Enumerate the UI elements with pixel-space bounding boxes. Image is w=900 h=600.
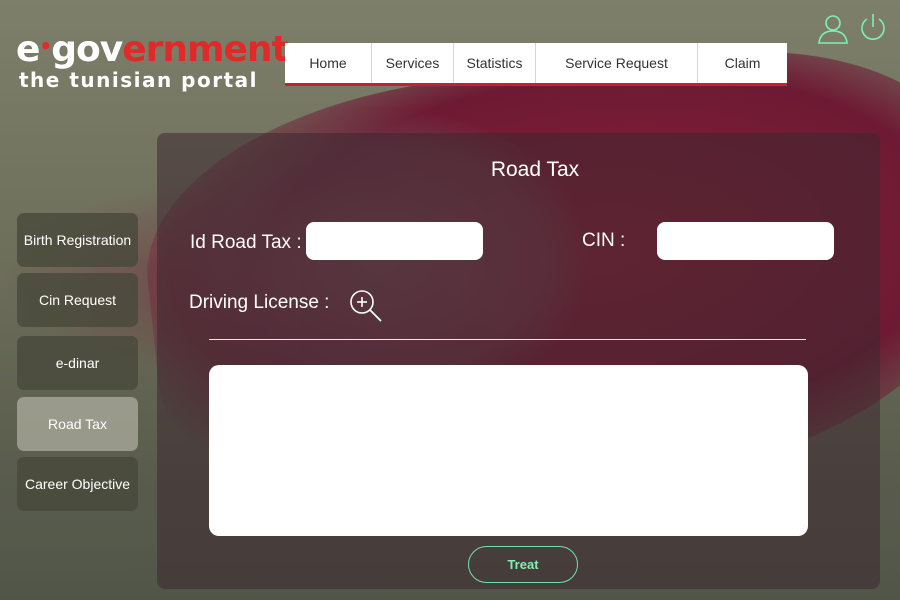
logo-wordmark: e•government (16, 26, 289, 70)
nav-services[interactable]: Services (372, 43, 454, 83)
cin-label: CIN : (582, 230, 626, 251)
power-icon[interactable] (857, 12, 889, 44)
nav-home[interactable]: Home (285, 43, 372, 83)
logo-e: e (16, 29, 40, 70)
site-logo[interactable]: e•government the tunisian portal (16, 26, 289, 93)
user-icon[interactable] (817, 12, 849, 44)
driving-license-label: Driving License : (189, 292, 330, 313)
sidebar-item-cin-request[interactable]: Cin Request (17, 273, 138, 327)
main-nav: Home Services Statistics Service Request… (285, 43, 787, 86)
logo-tagline: the tunisian portal (19, 68, 259, 92)
cin-input[interactable] (657, 222, 834, 260)
logo-gov: gov (51, 29, 123, 70)
sidebar-item-e-dinar[interactable]: e-dinar (17, 336, 138, 390)
sidebar-item-birth-registration[interactable]: Birth Registration (17, 213, 138, 267)
sidebar-item-career-objective[interactable]: Career Objective (17, 457, 138, 511)
id-road-tax-input[interactable] (306, 222, 483, 260)
nav-claim[interactable]: Claim (698, 43, 787, 83)
form-divider (209, 339, 806, 340)
treat-button[interactable]: Treat (468, 546, 578, 583)
id-road-tax-label: Id Road Tax : (190, 232, 302, 253)
nav-statistics[interactable]: Statistics (454, 43, 536, 83)
zoom-in-search-icon[interactable] (348, 288, 384, 324)
sidebar-item-road-tax[interactable]: Road Tax (17, 397, 138, 451)
account-icons (817, 12, 889, 44)
logo-ernment: ernment (122, 29, 289, 70)
result-textarea[interactable] (209, 365, 808, 536)
panel-title: Road Tax (490, 158, 580, 181)
logo-dot: • (39, 34, 52, 58)
nav-service-request[interactable]: Service Request (536, 43, 698, 83)
